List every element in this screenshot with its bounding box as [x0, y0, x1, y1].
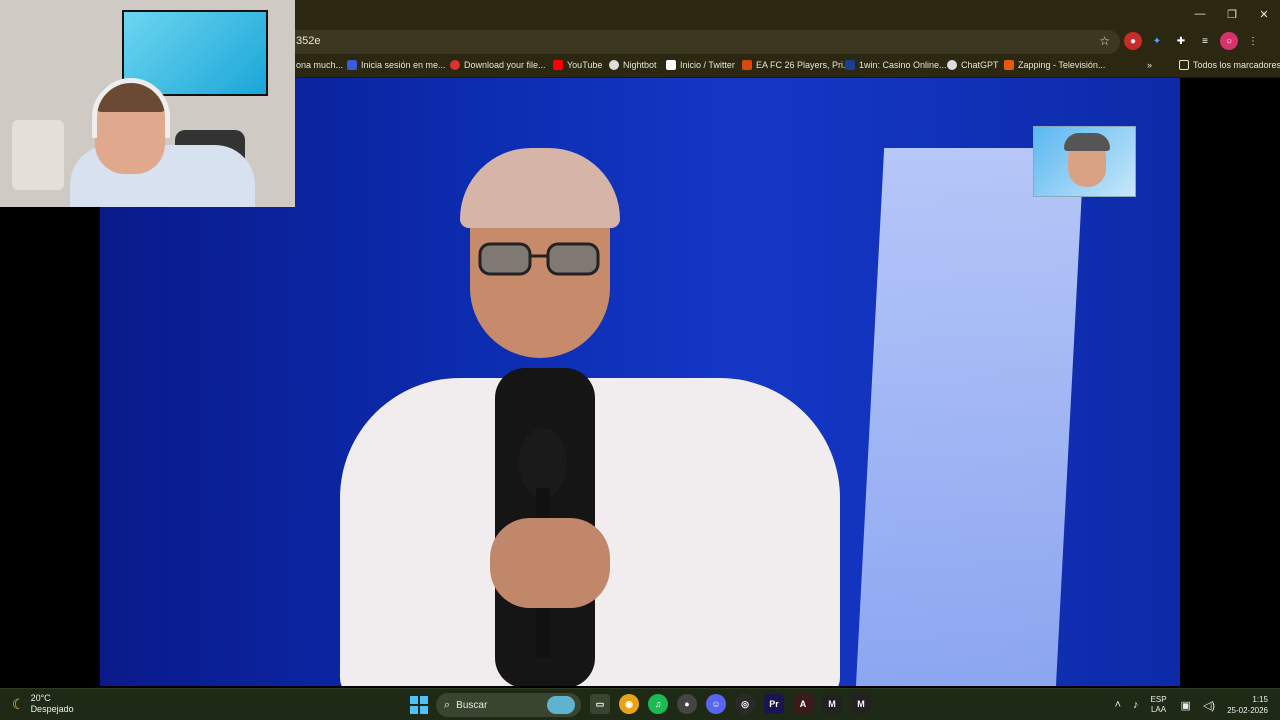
clock[interactable]: 1:15 25-02-2026	[1227, 694, 1268, 716]
stage-spotlight	[855, 148, 1085, 686]
bookmark-label: Zapping - Televisión...	[1018, 60, 1106, 70]
keyboard-layout: LAA	[1150, 705, 1167, 714]
url-text[interactable]: 352e	[296, 35, 320, 47]
bookmark-item[interactable]: YouTube	[553, 60, 602, 70]
windows-taskbar: ☾ 20°C Despejado ⌕ Buscar ▭ ◉ ♫ ● ☺ ◎ Pr…	[0, 688, 1280, 720]
login-icon	[347, 60, 357, 70]
all-bookmarks-label: Todos los marcadores	[1193, 60, 1280, 70]
clock-time: 1:15	[1252, 695, 1268, 704]
bookmark-label: Nightbot	[623, 60, 657, 70]
file-explorer-icon[interactable]: ▭	[590, 694, 610, 714]
bookmark-label: ChatGPT	[961, 60, 999, 70]
chrome-icon[interactable]: ◉	[619, 694, 639, 714]
weather-description: Despejado	[30, 704, 74, 714]
bookmark-label: 1win: Casino Online...	[859, 60, 947, 70]
zapping-icon	[1004, 60, 1014, 70]
affinity-icon[interactable]: A	[793, 694, 813, 714]
all-bookmarks-button[interactable]: Todos los marcadores	[1179, 60, 1280, 70]
1win-icon	[845, 60, 855, 70]
app-m2-icon[interactable]: M	[851, 694, 871, 714]
menu-kebab-icon[interactable]: ⋮	[1244, 32, 1262, 50]
bookmark-item[interactable]: Inicio / Twitter	[666, 60, 735, 70]
steam-icon[interactable]: ◎	[735, 694, 755, 714]
start-button[interactable]	[410, 696, 428, 714]
x-icon	[666, 60, 676, 70]
bookmark-item[interactable]: Inicia sesión en me...	[347, 60, 446, 70]
window-controls: — ❐ ✕	[1184, 0, 1280, 28]
overflow-chevron-icon: »	[1147, 60, 1153, 70]
extensions-puzzle-icon[interactable]: ✚	[1172, 32, 1190, 50]
microphone-tray-icon[interactable]: ♪	[1133, 699, 1139, 711]
discord-icon[interactable]: ☺	[706, 694, 726, 714]
search-label: Buscar	[456, 699, 488, 711]
secondary-webcam	[1033, 126, 1136, 197]
performer-cap	[460, 148, 620, 228]
search-highlight-icon	[547, 696, 575, 714]
volume-icon[interactable]: ◁)	[1203, 699, 1215, 712]
bookmark-label: YouTube	[567, 60, 603, 70]
bookmark-label: Inicia sesión en me...	[361, 60, 446, 70]
chatgpt-icon	[947, 60, 957, 70]
address-bar[interactable]: 352e ☆	[240, 30, 1120, 54]
weather-text: 20°C Despejado	[31, 693, 74, 715]
folder-icon	[1179, 60, 1189, 70]
bookmark-item[interactable]: Zapping - Televisión...	[1004, 60, 1105, 70]
spotify-icon[interactable]: ♫	[648, 694, 668, 714]
nightbot-icon	[609, 60, 619, 70]
app-m1-icon[interactable]: M	[822, 694, 842, 714]
search-icon: ⌕	[444, 698, 451, 711]
bookmarks-overflow-button[interactable]: »	[1147, 60, 1152, 70]
moon-icon: ☾	[12, 695, 25, 712]
background-card	[12, 120, 64, 190]
premiere-icon[interactable]: Pr	[764, 694, 784, 714]
language-indicator[interactable]: ESP LAA	[1151, 695, 1167, 715]
bookmark-label: ona much...	[296, 60, 344, 70]
bookmark-label: Inicio / Twitter	[680, 60, 735, 70]
media-control-icon[interactable]: ≡	[1196, 32, 1214, 50]
futbin-icon	[742, 60, 752, 70]
bookmark-item[interactable]: Download your file...	[450, 60, 546, 70]
extension-icons: ● ✦ ✚ ≡ ○ ⋮	[1124, 32, 1262, 50]
bookmark-item[interactable]: EA FC 26 Players, Pri...	[742, 60, 851, 70]
bookmark-label: Download your file...	[464, 60, 546, 70]
download-icon	[450, 60, 460, 70]
bookmark-label: EA FC 26 Players, Pri...	[756, 60, 851, 70]
restore-button[interactable]: ❐	[1216, 0, 1248, 28]
clock-date: 25-02-2026	[1227, 706, 1268, 715]
performer-glasses	[478, 242, 600, 276]
guest-cap	[1064, 133, 1110, 151]
streamer-webcam	[0, 0, 295, 207]
bookmark-item[interactable]: Nightbot	[609, 60, 657, 70]
profile-avatar-icon[interactable]: ○	[1220, 32, 1238, 50]
language-code: ESP	[1150, 695, 1167, 704]
extension-translate-icon[interactable]: ✦	[1148, 32, 1166, 50]
windows-logo-tile	[410, 696, 418, 704]
extension-record-icon[interactable]: ●	[1124, 32, 1142, 50]
minimize-button[interactable]: —	[1184, 0, 1216, 28]
weather-widget[interactable]: ☾ 20°C Despejado	[12, 693, 74, 715]
pinned-apps: ▭ ◉ ♫ ● ☺ ◎ Pr A M M	[590, 694, 871, 714]
windows-logo-tile	[410, 706, 418, 714]
obs-icon[interactable]: ●	[677, 694, 697, 714]
youtube-icon	[553, 60, 563, 70]
chevron-up-icon[interactable]: ˄	[1115, 699, 1121, 711]
bookmark-item[interactable]: ona much...	[296, 60, 343, 70]
performer-hand	[490, 518, 610, 608]
network-icon[interactable]: ▣	[1181, 699, 1191, 712]
windows-logo-tile	[420, 696, 428, 704]
close-button[interactable]: ✕	[1248, 0, 1280, 28]
taskbar-search[interactable]: ⌕ Buscar	[436, 693, 581, 717]
bookmark-item[interactable]: 1win: Casino Online...	[845, 60, 947, 70]
system-tray: ˄ ♪ ESP LAA ▣ ◁) 1:15 25-02-2026	[1115, 689, 1280, 720]
windows-logo-tile	[420, 706, 428, 714]
bookmark-item[interactable]: ChatGPT	[947, 60, 999, 70]
weather-temperature: 20°C	[30, 693, 51, 703]
bookmark-star-icon[interactable]: ☆	[1099, 34, 1110, 48]
